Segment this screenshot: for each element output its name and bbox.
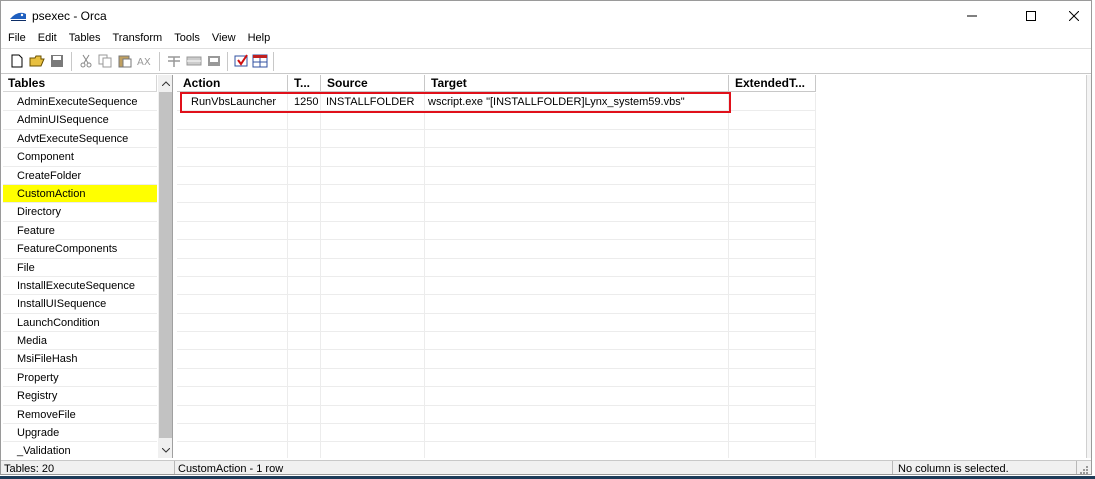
- table-item[interactable]: MsiFileHash: [3, 350, 157, 369]
- table-item[interactable]: CreateFolder: [3, 167, 157, 185]
- cell-extended-type[interactable]: [729, 93, 816, 111]
- column-header-type[interactable]: T...: [288, 75, 321, 92]
- empty-row: [177, 405, 816, 425]
- column-header-source[interactable]: Source: [321, 75, 425, 92]
- toolbar-separator: [273, 52, 274, 71]
- status-table-info: CustomAction - 1 row: [175, 461, 893, 474]
- grid-edge: [1086, 75, 1091, 458]
- close-button[interactable]: [1051, 1, 1091, 31]
- empty-row: [177, 166, 816, 185]
- menu-transform[interactable]: Transform: [106, 30, 168, 46]
- table-item-selected[interactable]: CustomAction: [3, 184, 157, 204]
- scroll-up-icon[interactable]: [158, 75, 172, 91]
- status-tables-count: Tables: 20: [1, 461, 175, 474]
- table-item[interactable]: Property: [3, 369, 157, 388]
- empty-row: [177, 368, 816, 388]
- table-item[interactable]: File: [3, 259, 157, 277]
- orca-window: psexec - Orca File Edit Tables Transform…: [0, 0, 1092, 475]
- table-item[interactable]: Upgrade: [3, 424, 157, 443]
- properties-icon[interactable]: [166, 53, 182, 69]
- toolbar-separator: [159, 52, 160, 71]
- empty-row: [177, 442, 816, 458]
- tables-scrollbar[interactable]: [158, 75, 172, 458]
- menu-tools[interactable]: Tools: [167, 30, 205, 46]
- table-item[interactable]: Media: [3, 332, 157, 351]
- open-folder-icon[interactable]: [29, 53, 45, 69]
- toolbar: AX: [1, 48, 1091, 74]
- empty-row: [177, 111, 816, 130]
- table-item[interactable]: InstallExecuteSequence: [3, 277, 157, 296]
- resize-grip-icon[interactable]: [1077, 463, 1089, 474]
- empty-row: [177, 276, 816, 296]
- table-item[interactable]: RemoveFile: [3, 406, 157, 425]
- empty-row: [177, 240, 816, 259]
- tables-header[interactable]: Tables: [3, 75, 157, 92]
- title-bar[interactable]: psexec - Orca: [1, 1, 1091, 31]
- menu-bar: File Edit Tables Transform Tools View He…: [1, 30, 275, 46]
- menu-tables[interactable]: Tables: [62, 30, 106, 46]
- empty-row: [177, 350, 816, 369]
- menu-edit[interactable]: Edit: [31, 30, 62, 46]
- menu-view[interactable]: View: [205, 30, 241, 46]
- table-item[interactable]: InstallUISequence: [3, 295, 157, 314]
- new-file-icon[interactable]: [9, 53, 25, 69]
- empty-row: [177, 387, 816, 406]
- table-item[interactable]: _Validation: [3, 442, 157, 458]
- orca-app-icon: [9, 8, 27, 22]
- status-column-info: No column is selected.: [893, 461, 1077, 474]
- table-item[interactable]: AdminExecuteSequence: [3, 93, 157, 112]
- merge-icon[interactable]: [206, 53, 222, 69]
- empty-row: [177, 203, 816, 222]
- tables-pane: Tables AdminExecuteSequence AdminUISeque…: [3, 75, 173, 458]
- column-header-action[interactable]: Action: [177, 75, 288, 92]
- empty-row: [177, 129, 816, 149]
- find-icon[interactable]: AX: [137, 53, 153, 69]
- paste-icon[interactable]: [117, 53, 133, 69]
- table-item[interactable]: Component: [3, 148, 157, 167]
- maximize-button[interactable]: [1008, 1, 1054, 31]
- toolbar-separator: [227, 52, 228, 71]
- empty-row: [177, 221, 816, 241]
- copy-icon[interactable]: [97, 53, 113, 69]
- empty-row: [177, 184, 816, 204]
- validate-icon[interactable]: [234, 53, 250, 69]
- table-item[interactable]: AdvtExecuteSequence: [3, 130, 157, 149]
- minimize-button[interactable]: [949, 1, 995, 31]
- window-title: psexec - Orca: [32, 9, 107, 23]
- table-item[interactable]: Feature: [3, 222, 157, 241]
- empty-row: [177, 313, 816, 333]
- table-item[interactable]: AdminUISequence: [3, 111, 157, 130]
- cut-icon[interactable]: [78, 53, 94, 69]
- grid-body: RunVbsLauncher 1250 INSTALLFOLDER wscrip…: [177, 93, 816, 458]
- column-header-target[interactable]: Target: [425, 75, 729, 92]
- column-header-extended-type[interactable]: ExtendedT...: [729, 75, 816, 92]
- menu-help[interactable]: Help: [241, 30, 276, 46]
- table-grid: Action T... Source Target ExtendedT... R…: [177, 75, 1091, 458]
- table-grid-icon[interactable]: [252, 53, 268, 69]
- tables-list: AdminExecuteSequence AdminUISequence Adv…: [3, 93, 157, 458]
- table-item[interactable]: Registry: [3, 387, 157, 406]
- table-item[interactable]: LaunchCondition: [3, 314, 157, 333]
- grid-header: Action T... Source Target ExtendedT...: [177, 75, 816, 92]
- empty-row: [177, 148, 816, 167]
- empty-row: [177, 424, 816, 443]
- empty-row: [177, 295, 816, 314]
- save-icon[interactable]: [49, 53, 65, 69]
- scroll-down-icon[interactable]: [158, 442, 172, 458]
- menu-file[interactable]: File: [1, 30, 31, 46]
- highlight-annotation: [180, 92, 731, 113]
- status-bar: Tables: 20 CustomAction - 1 row No colum…: [1, 460, 1091, 474]
- empty-row: [177, 332, 816, 351]
- scroll-thumb[interactable]: [159, 92, 172, 438]
- svg-text:AX: AX: [137, 57, 151, 68]
- table-item[interactable]: FeatureComponents: [3, 240, 157, 259]
- table-item[interactable]: Directory: [3, 203, 157, 222]
- table-icon[interactable]: [186, 53, 202, 69]
- empty-row: [177, 258, 816, 277]
- toolbar-separator: [71, 52, 72, 71]
